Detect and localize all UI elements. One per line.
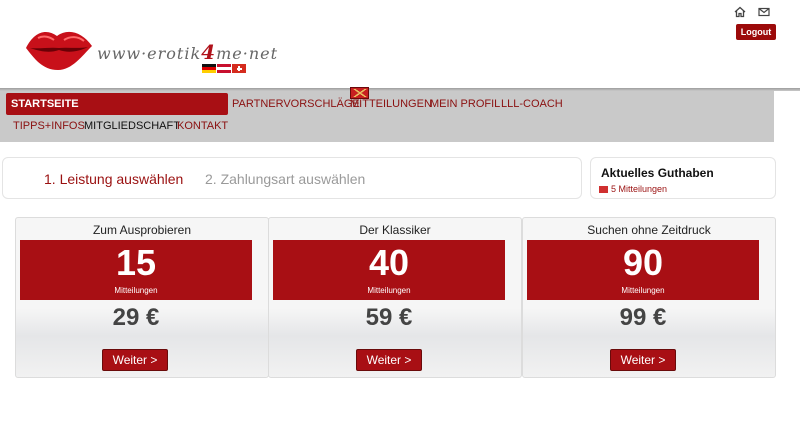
nav-item-startseite[interactable]: STARTSEITE (6, 93, 228, 115)
package-unit: Mitteilungen (367, 286, 411, 295)
package-band: 40 Mitteilungen (273, 240, 505, 300)
mail-icon[interactable] (758, 6, 770, 18)
envelope-icon (599, 185, 608, 193)
lips-logo-icon (26, 31, 92, 70)
package-band: 90 Mitteilungen (527, 240, 759, 300)
logo-wordmark: www·erotik4me·net (97, 40, 279, 64)
top-icon-bar (734, 6, 770, 18)
checkout-steps: 1. Leistung auswählen 2. Zahlungsart aus… (2, 157, 582, 199)
new-message-envelope-icon[interactable] (350, 87, 369, 99)
package-message-count: 15 (115, 242, 157, 283)
nav-item-mitgliedschaft[interactable]: MITGLIEDSCHAFT (84, 120, 180, 132)
swiss-flag-icon[interactable] (232, 64, 246, 73)
continue-button[interactable]: Weiter > (102, 349, 168, 371)
continue-button[interactable]: Weiter > (610, 349, 676, 371)
nav-item-tipps-infos[interactable]: TIPPS+INFOS (13, 120, 85, 132)
package-price: 99 € (619, 304, 667, 331)
site-logo[interactable]: www·erotik4me·net (24, 26, 304, 78)
credit-title: Aktuelles Guthaben (601, 166, 714, 180)
package-title: Suchen ohne Zeitdruck (587, 223, 711, 237)
package-price: 29 € (112, 304, 160, 331)
package-title: Zum Ausprobieren (92, 223, 192, 237)
package-message-count: 90 (622, 242, 664, 283)
nav-item-mein-profil[interactable]: MEIN PROFIL (430, 98, 500, 110)
main-navigation: STARTSEITE PARTNERVORSCHLÄGE MITTEILUNGE… (0, 88, 800, 142)
package-card-classic: Der Klassiker 40 Mitteilungen 59 € Weite… (268, 217, 522, 378)
logout-button[interactable]: Logout (736, 24, 776, 40)
austrian-flag-icon[interactable] (217, 64, 231, 73)
package-unit: Mitteilungen (114, 286, 158, 295)
home-icon[interactable] (734, 6, 746, 18)
nav-item-partnervorschlaege[interactable]: PARTNERVORSCHLÄGE (232, 98, 360, 110)
nav-item-lll-coach[interactable]: LLL-COACH (501, 98, 563, 110)
nav-item-kontakt[interactable]: KONTAKT (177, 120, 228, 132)
package-price: 59 € (365, 304, 413, 331)
step-select-service[interactable]: 1. Leistung auswählen (44, 171, 183, 187)
german-flag-icon[interactable] (202, 64, 216, 73)
nav-item-mitteilungen[interactable]: MITTEILUNGEN (350, 98, 432, 110)
package-message-count: 40 (368, 242, 410, 283)
package-title: Der Klassiker (359, 223, 431, 237)
package-card-no-time-pressure: Suchen ohne Zeitdruck 90 Mitteilungen 99… (522, 217, 776, 378)
package-band: 15 Mitteilungen (20, 240, 252, 300)
language-flags (202, 64, 246, 73)
site-header: www·erotik4me·net Logout (0, 0, 800, 88)
credit-value: 5 Mitteilungen (599, 184, 667, 194)
package-unit: Mitteilungen (621, 286, 665, 295)
step-payment-method: 2. Zahlungsart auswählen (205, 171, 366, 187)
continue-button[interactable]: Weiter > (356, 349, 422, 371)
package-card-trial: Zum Ausprobieren 15 Mitteilungen 29 € We… (15, 217, 269, 378)
current-credit-panel: Aktuelles Guthaben 5 Mitteilungen (590, 157, 776, 199)
